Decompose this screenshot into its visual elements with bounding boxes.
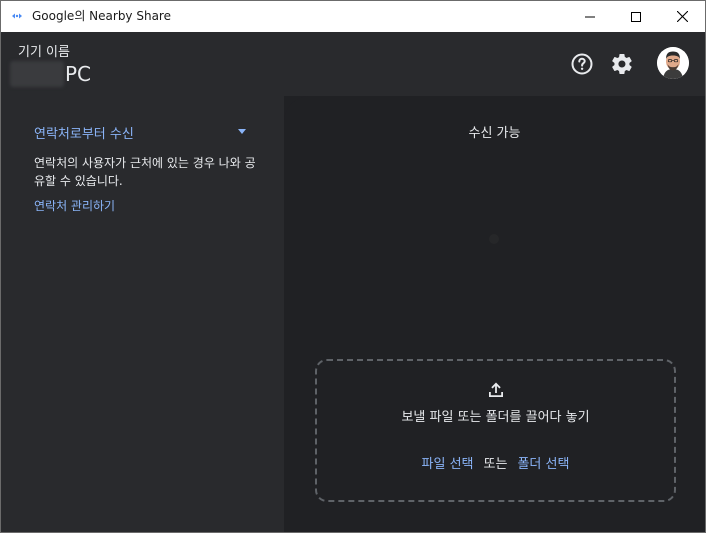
drop-instructions: 보낼 파일 또는 폴더를 끌어다 놓기: [401, 410, 590, 425]
gear-icon[interactable]: [610, 52, 634, 76]
file-drop-zone[interactable]: 보낼 파일 또는 폴더를 끌어다 놓기 파일 선택 또는 폴더 선택: [315, 359, 676, 502]
window-title: Google의 Nearby Share: [32, 9, 171, 23]
close-button[interactable]: [659, 1, 705, 32]
close-icon: [676, 11, 688, 22]
title-bar: Google의 Nearby Share: [1, 1, 705, 32]
manage-contacts-link[interactable]: 연락처 관리하기: [34, 197, 115, 214]
receive-panel: 수신 가능 보낼 파일 또는 폴더를 끌어다 놓기 파일 선택 또는 폴더 선택: [284, 96, 705, 532]
visibility-dropdown-label: 연락처로부터 수신: [34, 127, 134, 142]
device-name-label: 기기 이름: [18, 45, 70, 60]
app-window: Google의 Nearby Share 기기 이름 PC 연락처로부터 수신 …: [0, 0, 706, 533]
select-options: 파일 선택 또는 폴더 선택: [317, 453, 674, 472]
avatar[interactable]: [657, 47, 689, 79]
or-separator: 또는: [483, 457, 508, 472]
radar-indicator: [489, 234, 499, 244]
maximize-button[interactable]: [613, 1, 659, 32]
help-icon[interactable]: [570, 52, 594, 76]
visibility-panel: 연락처로부터 수신 연락처의 사용자가 근처에 있는 경우 나와 공유할 수 있…: [1, 96, 284, 532]
upload-icon: [489, 382, 503, 397]
nearby-share-icon: [12, 13, 22, 19]
visibility-dropdown[interactable]: 연락처로부터 수신: [34, 123, 249, 143]
select-folder-button[interactable]: 폴더 선택: [517, 457, 569, 472]
minimize-icon: [585, 16, 595, 17]
minimize-button[interactable]: [567, 1, 613, 32]
visibility-description: 연락처의 사용자가 근처에 있는 경우 나와 공유할 수 있습니다.: [34, 156, 256, 188]
dropdown-arrow-icon: [238, 129, 246, 134]
select-file-button[interactable]: 파일 선택: [422, 457, 474, 472]
redacted-device-name: [10, 61, 64, 87]
device-name: PC: [65, 62, 92, 86]
app-header: 기기 이름 PC: [1, 32, 705, 96]
maximize-icon: [631, 11, 641, 22]
avatar-image: [657, 47, 689, 79]
receive-status: 수신 가능: [468, 126, 521, 141]
